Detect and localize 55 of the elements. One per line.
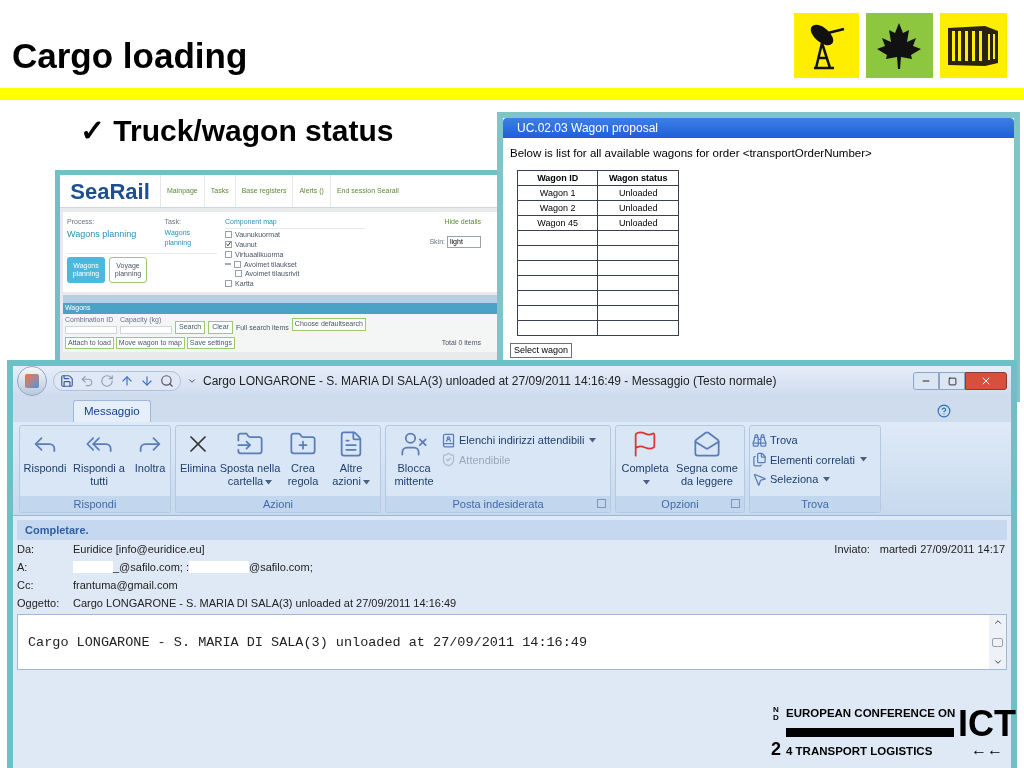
table-cell: Unloaded	[597, 215, 679, 231]
group-label: Azioni	[263, 496, 293, 512]
ribbon-button[interactable]: Trova	[752, 432, 867, 449]
table-cell: Unloaded	[597, 200, 679, 216]
ribbon-button[interactable]: Rispondi	[22, 430, 68, 496]
field-label: Cc:	[17, 577, 35, 593]
field-label: A:	[17, 559, 29, 575]
ribbon-button[interactable]: Crea regola	[282, 430, 324, 496]
ribbon-button[interactable]: Completa	[618, 430, 672, 496]
table-cell: Unloaded	[597, 185, 679, 201]
logo: SeaRail	[69, 177, 151, 206]
logo-arrows: ←←	[971, 742, 1003, 758]
dialog-title: UC.02.03 Wagon proposal	[517, 120, 658, 137]
sent-date: martedì 27/09/2011 14:17	[879, 541, 1005, 557]
ribbon-tab[interactable]: Messaggio	[73, 400, 151, 422]
window-title: Cargo LONGARONE - S. MARIA DI SALA(3) unloaded at 27/09/2011 14:16:49 - Messaggio (Testo normale)	[203, 373, 777, 390]
ribbon-button[interactable]: Blocca mittente	[388, 430, 440, 496]
ribbon-button[interactable]: Inoltra	[130, 430, 170, 496]
ribbon-button[interactable]: Elementi correlati	[752, 451, 867, 468]
recipient: @safilo.com;	[248, 559, 313, 575]
ribbon-button[interactable]: Elimina	[178, 430, 218, 496]
group-label: Rispondi	[73, 496, 117, 512]
column-header: Wagon ID	[517, 170, 598, 186]
intro-text: Below is list for all available wagons for order <transportOrderNumber>	[510, 146, 873, 160]
group-label: Opzioni	[661, 496, 699, 512]
field-label: Inviato:	[834, 541, 870, 557]
table-cell: Wagon 45	[517, 215, 598, 231]
logo-text: ND	[772, 706, 780, 722]
ribbon-button[interactable]: Rispondi a tutti	[69, 430, 129, 496]
group-label: Trova	[801, 496, 829, 512]
ribbon-button[interactable]: Elenchi indirizzi attendibili	[441, 432, 597, 449]
sender: Euridice [info@euridice.eu]	[73, 541, 205, 557]
process-name: Wagons planning	[67, 227, 138, 241]
recipient: _@safilo.com; :	[113, 559, 189, 575]
logo-text: 4 TRANSPORT LOGISTICS	[786, 744, 934, 758]
info-bar-text: Completare.	[25, 522, 89, 538]
logo-text: EUROPEAN CONFERENCE ON	[786, 706, 954, 720]
field-label: Da:	[17, 541, 36, 557]
field-label: Oggetto:	[17, 595, 61, 611]
ribbon-button[interactable]: Sposta nella cartella	[219, 430, 281, 496]
slide-subtitle: ✓ Truck/wagon status	[80, 113, 394, 149]
ribbon-button[interactable]: Seleziona	[752, 471, 867, 488]
table-cell: Wagon 2	[517, 200, 598, 216]
ribbon-button[interactable]: Altre azioni	[325, 430, 377, 496]
logo-text: 2	[771, 740, 781, 758]
subject: Cargo LONGARONE - S. MARIA DI SALA(3) unloaded at 27/09/2011 14:16:49	[73, 595, 457, 611]
slide-title: Cargo loading	[12, 34, 248, 77]
ribbon-button[interactable]: Segna come da leggere	[673, 430, 741, 496]
cc-recipient: frantuma@gmail.com	[73, 577, 178, 593]
body-text: Cargo LONGARONE - S. MARIA DI SALA(3) unloaded at 27/09/2011 14:16:49	[27, 634, 588, 652]
select-wagon-button[interactable]: Select wagon	[510, 343, 573, 358]
table-cell: Wagon 1	[517, 185, 598, 201]
group-label: Posta indesiderata	[452, 496, 544, 512]
column-header: Wagon status	[597, 170, 679, 186]
logo-acronym: ICT	[958, 706, 1016, 742]
